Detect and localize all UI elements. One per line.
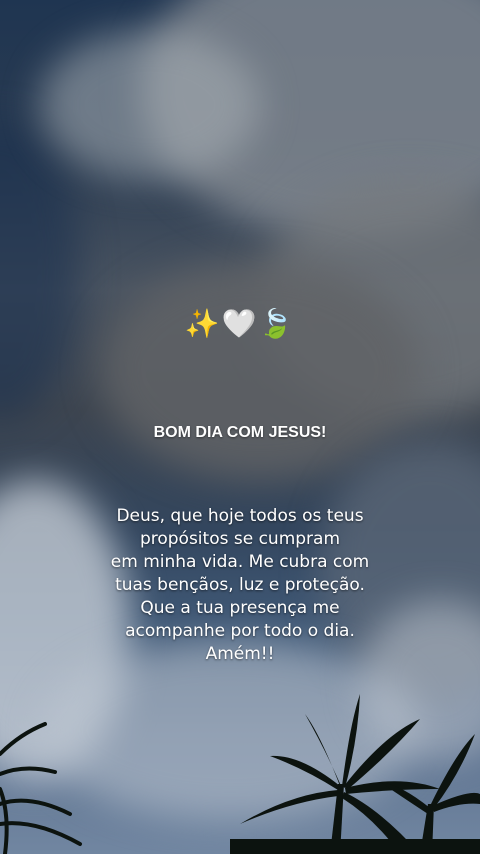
- prayer-message: Deus, que hoje todos os teus propósitos …: [60, 505, 420, 666]
- message-line: Amém!!: [205, 644, 275, 664]
- message-line: Deus, que hoje todos os teus: [116, 506, 364, 526]
- cloud: [140, 0, 480, 240]
- palm-trees-silhouette: [0, 694, 480, 854]
- emoji-decoration: ✨🤍🍃: [184, 307, 296, 340]
- story-background: ✨🤍🍃 BOM DIA COM JESUS! Deus, que hoje to…: [0, 0, 480, 854]
- message-line: Que a tua presença me: [140, 598, 340, 618]
- message-line: acompanhe por todo o dia.: [125, 621, 355, 641]
- message-line: propósitos se cumpram: [139, 529, 341, 549]
- palm-right: [230, 694, 480, 854]
- dark-sky-patch: [0, 120, 80, 420]
- storm-cloud: [100, 260, 420, 480]
- greeting-title: BOM DIA COM JESUS!: [153, 424, 327, 441]
- message-line: tuas bençãos, luz e proteção.: [115, 575, 365, 595]
- message-line: em minha vida. Me cubra com: [110, 552, 370, 572]
- cloud: [40, 30, 260, 180]
- cloud: [260, 180, 480, 420]
- palm-left: [0, 722, 82, 854]
